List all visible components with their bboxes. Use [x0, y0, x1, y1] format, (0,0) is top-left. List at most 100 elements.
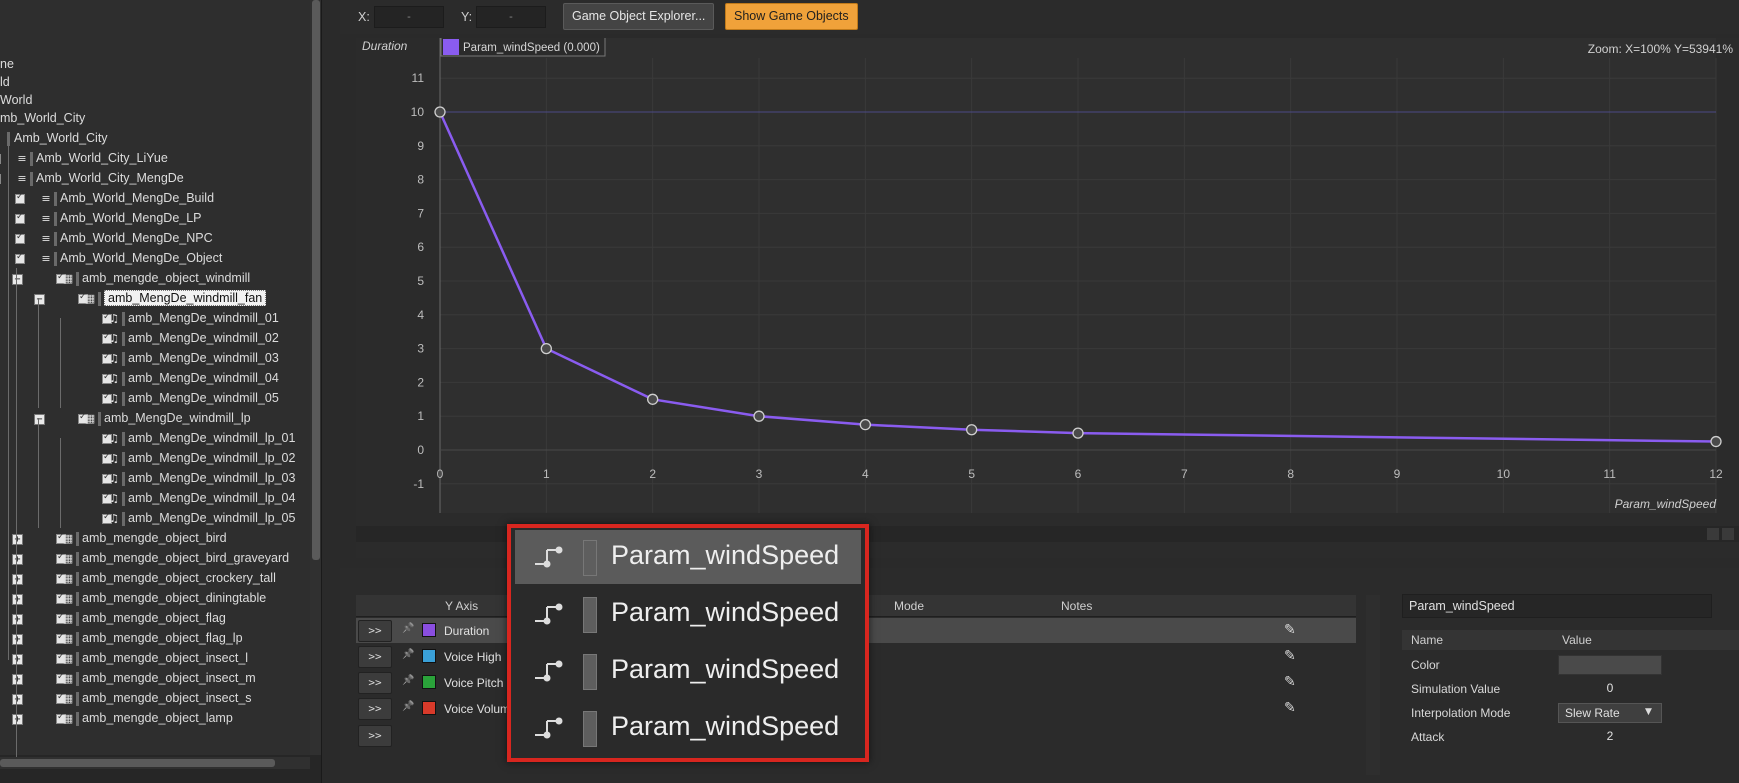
tree-item[interactable]: ▦ − amb_mengde_object_windmill — [0, 269, 310, 289]
tree-item[interactable]: ♫ amb_MengDe_windmill_lp_03 — [0, 469, 310, 489]
parameter-option[interactable]: Param_windSpeed — [515, 587, 861, 641]
property-value[interactable]: 0 — [1558, 679, 1662, 699]
tree-item[interactable]: ▦ + amb_mengde_object_diningtable — [0, 589, 310, 609]
pencil-icon[interactable]: ✎ — [1284, 622, 1296, 638]
tree-item-checkbox[interactable] — [15, 232, 25, 244]
col-y-axis[interactable]: Y Axis — [445, 599, 478, 613]
expand-toggle[interactable]: + — [12, 654, 23, 665]
tree-item[interactable]: ▦ + amb_mengde_object_bird_graveyard — [0, 549, 310, 569]
tree-item[interactable]: ≡ Amb_World_MengDe_LP — [0, 209, 310, 229]
row-color-swatch[interactable] — [422, 649, 436, 663]
tree-item[interactable]: ♫ amb_MengDe_windmill_lp_04 — [0, 489, 310, 509]
tree-scroll-thumb[interactable] — [312, 0, 320, 560]
parameter-option[interactable]: Param_windSpeed — [515, 644, 861, 698]
expand-toggle[interactable]: + — [12, 594, 23, 605]
expand-toggle[interactable]: + — [12, 534, 23, 545]
collapse-toggle[interactable]: − — [12, 274, 23, 285]
expand-toggle[interactable]: + — [12, 694, 23, 705]
expand-toggle[interactable]: + — [12, 554, 23, 565]
table-scrollbar[interactable] — [1366, 595, 1380, 775]
pin-icon[interactable]: 📌 — [402, 623, 414, 634]
curve-point[interactable] — [966, 424, 978, 436]
parameter-option[interactable]: Param_windSpeed — [515, 701, 861, 755]
tree-item[interactable]: ▦ + amb_mengde_object_lamp — [0, 709, 310, 729]
tree-item[interactable]: ♫ amb_MengDe_windmill_04 — [0, 369, 310, 389]
row-expand-button[interactable]: >> — [358, 698, 392, 720]
pencil-icon[interactable]: ✎ — [1284, 648, 1296, 664]
tree-item-checkbox[interactable] — [15, 212, 25, 224]
collapse-toggle[interactable]: − — [34, 294, 45, 305]
collapse-toggle[interactable]: − — [34, 414, 45, 425]
curve-point[interactable] — [540, 342, 552, 355]
tree-item[interactable]: ▦ + amb_mengde_object_insect_s — [0, 689, 310, 709]
tree-item-checkbox[interactable] — [0, 174, 1, 184]
tree-item[interactable]: ♫ amb_MengDe_windmill_lp_02 — [0, 449, 310, 469]
tree-item[interactable]: ≡ Amb_World_City_MengDe — [0, 169, 310, 189]
tree-item[interactable]: ≡ Amb_World_MengDe_Object — [0, 249, 310, 269]
tree-item[interactable]: ♫ amb_MengDe_windmill_lp_05 — [0, 509, 310, 529]
expand-toggle[interactable]: + — [12, 674, 23, 685]
tree-item[interactable]: ▦ − amb_MengDe_windmill_fan — [0, 289, 310, 309]
expand-toggle[interactable]: + — [12, 614, 23, 625]
y-coord-field[interactable]: - — [476, 6, 546, 28]
tree-item[interactable]: Amb_World_City — [0, 129, 310, 149]
x-coord-field[interactable]: - — [374, 6, 444, 28]
tree-item[interactable]: ▦ + amb_mengde_object_bird — [0, 529, 310, 549]
tree-item[interactable]: ▦ − amb_MengDe_windmill_lp — [0, 409, 310, 429]
tree-item[interactable]: ♫ amb_MengDe_windmill_lp_01 — [0, 429, 310, 449]
tree-item[interactable]: ♫ amb_MengDe_windmill_01 — [0, 309, 310, 329]
tree-item-checkbox[interactable] — [15, 192, 25, 204]
tree-item-checkbox[interactable] — [0, 154, 1, 164]
tree-horizontal-scrollbar[interactable] — [0, 757, 310, 769]
tree-item[interactable]: ♫ amb_MengDe_windmill_03 — [0, 349, 310, 369]
show-game-objects-button[interactable]: Show Game Objects — [725, 3, 858, 30]
row-color-swatch[interactable] — [422, 701, 436, 715]
tree-hscroll-thumb[interactable] — [0, 759, 275, 767]
curve-point[interactable] — [647, 393, 659, 405]
zoom-out-button[interactable] — [1707, 528, 1719, 540]
pin-icon[interactable]: 📌 — [402, 649, 414, 660]
pin-icon[interactable]: 📌 — [402, 675, 414, 686]
pencil-icon[interactable]: ✎ — [1284, 674, 1296, 690]
tree-item[interactable]: ♫ amb_MengDe_windmill_05 — [0, 389, 310, 409]
row-expand-button[interactable]: >> — [358, 672, 392, 694]
expand-toggle[interactable]: + — [12, 714, 23, 725]
tree-item[interactable]: World — [0, 91, 310, 111]
expand-toggle[interactable]: + — [12, 574, 23, 585]
tree-item[interactable]: ≡ Amb_World_MengDe_Build — [0, 189, 310, 209]
parameter-option[interactable]: Param_windSpeed — [515, 530, 861, 584]
curve-point[interactable] — [859, 418, 871, 431]
expand-toggle[interactable]: + — [12, 634, 23, 645]
pin-icon[interactable]: 📌 — [402, 701, 414, 712]
game-object-explorer-button[interactable]: Game Object Explorer... — [563, 3, 715, 30]
tree-item[interactable]: ≡ Amb_World_MengDe_NPC — [0, 229, 310, 249]
curve-point[interactable] — [753, 410, 765, 422]
tree-item[interactable]: ▦ + amb_mengde_object_insect_l — [0, 649, 310, 669]
row-expand-button[interactable]: >> — [358, 646, 392, 668]
property-value[interactable]: 2 — [1558, 727, 1662, 747]
rtpc-graph[interactable]: -1012345678910110 1 2 3 4 5 6 7 8 9 10 11 12Duration… — [356, 38, 1739, 558]
tree-item[interactable]: ≡ Amb_World_City_LiYue — [0, 149, 310, 169]
tree-item[interactable]: mb_World_City — [0, 109, 310, 129]
color-picker-button[interactable] — [1558, 655, 1662, 675]
curve-point[interactable] — [434, 106, 446, 118]
tree-item[interactable]: ▦ + amb_mengde_object_insect_m — [0, 669, 310, 689]
add-rtpc-button[interactable]: >> — [358, 725, 392, 747]
tree-item[interactable]: ▦ + amb_mengde_object_flag — [0, 609, 310, 629]
tree-vertical-scrollbar[interactable] — [310, 0, 321, 755]
zoom-in-button[interactable] — [1722, 528, 1734, 540]
tree-item[interactable]: ld — [0, 73, 310, 93]
curve-point[interactable] — [1072, 427, 1084, 439]
pencil-icon[interactable]: ✎ — [1284, 700, 1296, 716]
col-mode[interactable]: Mode — [894, 599, 924, 613]
tree-item[interactable]: ♫ amb_MengDe_windmill_02 — [0, 329, 310, 349]
col-notes[interactable]: Notes — [1061, 599, 1092, 613]
tree-item-checkbox[interactable] — [15, 252, 25, 264]
row-color-swatch[interactable] — [422, 675, 436, 689]
curve-point[interactable] — [1710, 435, 1722, 448]
row-color-swatch[interactable] — [422, 623, 436, 637]
tree-item[interactable]: ne — [0, 55, 310, 75]
tree-item[interactable]: ▦ + amb_mengde_object_crockery_tall — [0, 569, 310, 589]
row-expand-button[interactable]: >> — [358, 620, 392, 642]
tree-item[interactable]: ▦ + amb_mengde_object_flag_lp — [0, 629, 310, 649]
